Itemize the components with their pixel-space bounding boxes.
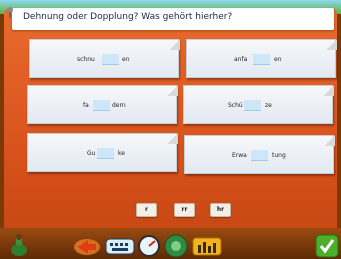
- word-prefix: Schü: [228, 102, 243, 109]
- answer-slot[interactable]: [102, 54, 119, 65]
- choice-rr[interactable]: rr: [174, 203, 195, 217]
- word-suffix: en: [122, 56, 130, 63]
- word-card-1: schnu en: [29, 38, 180, 78]
- speedometer-icon[interactable]: [137, 234, 161, 258]
- word-prefix: Erwa: [232, 152, 247, 159]
- page-curl: [168, 132, 178, 144]
- choice-hr[interactable]: hr: [210, 203, 231, 217]
- pin-icon: [7, 7, 13, 18]
- equalizer-icon[interactable]: [192, 236, 222, 256]
- page-curl: [170, 38, 180, 50]
- word-suffix: dern: [112, 102, 126, 109]
- word-prefix: anfa: [234, 56, 248, 63]
- answer-slot[interactable]: [253, 54, 270, 65]
- page-curl: [168, 84, 178, 96]
- word-prefix: schnu: [77, 56, 95, 63]
- answer-slot[interactable]: [251, 150, 268, 161]
- app-window: Dehnung oder Dopplung? Was gehört hierhe…: [0, 0, 341, 259]
- word-suffix: en: [274, 56, 282, 63]
- answer-slot[interactable]: [97, 148, 114, 159]
- word-card-3: fa dern: [27, 84, 178, 124]
- word-card-4: Schü ze: [183, 84, 334, 124]
- word-prefix: fa: [83, 102, 89, 109]
- instruction-title: Dehnung oder Dopplung? Was gehört hierhe…: [23, 12, 233, 22]
- cd-player-icon[interactable]: [163, 234, 189, 258]
- answer-slot[interactable]: [93, 100, 110, 111]
- choice-r[interactable]: r: [136, 203, 157, 217]
- word-card-6: Erwa tung: [184, 134, 335, 174]
- page-curl: [327, 38, 337, 50]
- keyboard-icon[interactable]: [105, 236, 135, 256]
- word-card-2: anfa en: [186, 38, 337, 78]
- confirm-check-icon[interactable]: [315, 234, 339, 258]
- word-suffix: ke: [118, 150, 125, 157]
- instruction-bar: Dehnung oder Dopplung? Was gehört hierhe…: [7, 7, 334, 30]
- potion-bottle-icon[interactable]: [6, 233, 32, 257]
- back-arrow-icon[interactable]: [73, 236, 101, 256]
- word-card-5: Gu ke: [27, 132, 178, 172]
- word-suffix: tung: [272, 152, 286, 159]
- word-suffix: ze: [265, 102, 272, 109]
- word-prefix: Gu: [87, 150, 96, 157]
- page-curl: [325, 134, 335, 146]
- answer-slot[interactable]: [244, 100, 261, 111]
- page-curl: [324, 84, 334, 96]
